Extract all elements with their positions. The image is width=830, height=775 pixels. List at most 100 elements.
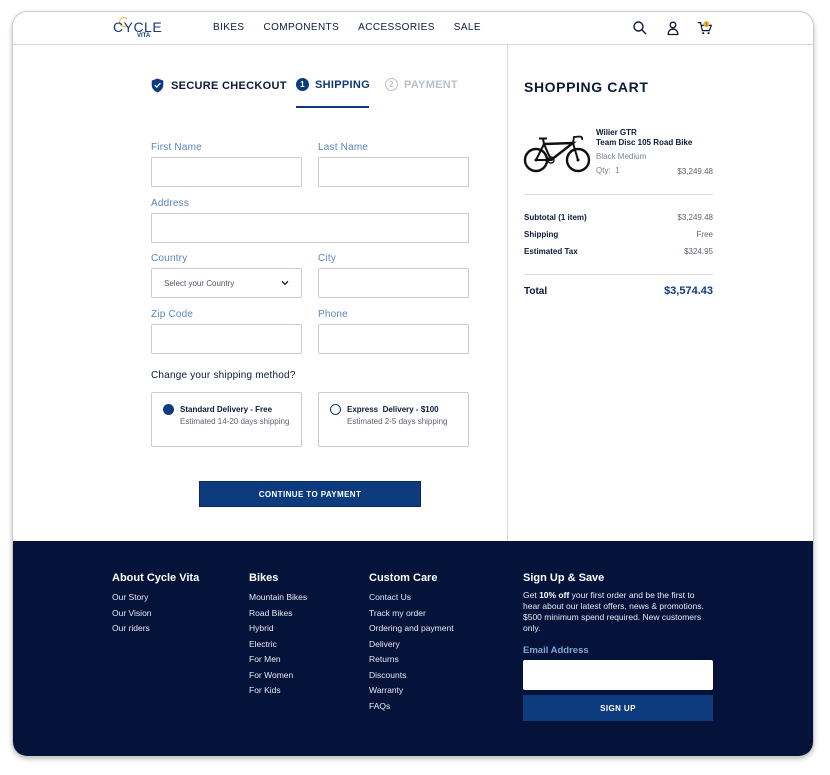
footer-bikes-title: Bikes: [249, 572, 279, 584]
shield-icon: [151, 78, 164, 93]
continue-to-payment-button[interactable]: CONTINUE TO PAYMENT: [199, 481, 421, 507]
site-header: CYCLE VITA BIKES COMPONENTS ACCESSORIES …: [13, 12, 813, 45]
city-input[interactable]: [318, 268, 469, 298]
footer-link[interactable]: Our Vision: [112, 606, 199, 622]
step-payment-label: PAYMENT: [404, 78, 459, 91]
footer-link[interactable]: Warranty: [369, 683, 454, 699]
shipping-method-title: Change your shipping method?: [151, 370, 296, 381]
country-label: Country: [151, 253, 188, 264]
tax-value: $324.95: [684, 247, 713, 256]
cart-divider: [524, 274, 713, 275]
user-icon[interactable]: [665, 20, 681, 36]
footer-link[interactable]: Contact Us: [369, 590, 454, 606]
total-value: $3,574.43: [664, 285, 713, 297]
browser-frame: CYCLE VITA BIKES COMPONENTS ACCESSORIES …: [13, 12, 813, 756]
footer-link[interactable]: For Women: [249, 668, 307, 684]
footer-link[interactable]: For Men: [249, 652, 307, 668]
shipping-value: Free: [696, 230, 713, 239]
signup-text-pre: Get: [523, 590, 540, 600]
footer-care: Custom Care Contact Us Track my order Or…: [369, 572, 454, 714]
product-qty: Qty: 1: [596, 166, 620, 175]
standard-delivery-name: Standard Delivery - Free: [180, 405, 273, 414]
active-step-underline: [296, 106, 369, 108]
express-delivery-option[interactable]: Express Delivery - $100 Estimated 2-5 da…: [318, 392, 469, 447]
footer-signup: Sign Up & Save Get 10% off your first or…: [523, 572, 713, 721]
main-nav: BIKES COMPONENTS ACCESSORIES SALE: [213, 22, 500, 33]
standard-delivery-radio[interactable]: [163, 404, 174, 415]
product-price: $3,249.48: [677, 167, 713, 176]
footer-link[interactable]: Ordering and payment: [369, 621, 454, 637]
city-label: City: [318, 253, 337, 264]
total-label: Total: [524, 286, 548, 297]
signup-text: Get 10% off your first order and be the …: [523, 590, 713, 634]
footer-link[interactable]: Electric: [249, 637, 307, 653]
step-payment-number: 2: [385, 78, 398, 91]
product-qty-value: 1: [615, 166, 620, 175]
footer-link[interactable]: FAQs: [369, 699, 454, 715]
express-delivery-desc: Estimated 2-5 days shipping: [347, 417, 448, 426]
cart-icon[interactable]: 1: [697, 20, 713, 36]
sign-up-button[interactable]: SIGN UP: [523, 695, 713, 721]
email-label: Email Address: [523, 645, 589, 656]
footer-link[interactable]: Track my order: [369, 606, 454, 622]
chevron-down-icon: [281, 280, 289, 286]
product-qty-label: Qty:: [596, 166, 611, 175]
first-name-label: First Name: [151, 142, 202, 153]
last-name-input[interactable]: [318, 157, 469, 187]
footer-link[interactable]: For Kids: [249, 683, 307, 699]
subtotal-label: Subtotal (1 item): [524, 213, 587, 222]
footer-link[interactable]: Hybrid: [249, 621, 307, 637]
standard-delivery-option[interactable]: Standard Delivery - Free Estimated 14-20…: [151, 392, 302, 447]
cart-title: SHOPPING CART: [524, 79, 649, 95]
product-variant: Black Medium: [596, 152, 647, 161]
zip-input[interactable]: [151, 324, 302, 354]
standard-delivery-desc: Estimated 14-20 days shipping: [180, 417, 290, 426]
step-shipping-label: SHIPPING: [315, 78, 370, 91]
country-select[interactable]: Select your Country: [151, 268, 302, 298]
address-input[interactable]: [151, 213, 469, 243]
footer-link[interactable]: Our Story: [112, 590, 199, 606]
footer-link[interactable]: Our riders: [112, 621, 199, 637]
footer-about-title: About Cycle Vita: [112, 572, 200, 584]
footer-bikes: Bikes Mountain Bikes Road Bikes Hybrid E…: [249, 572, 307, 699]
tab-payment[interactable]: 2 PAYMENT: [385, 78, 458, 91]
step-shipping-number: 1: [296, 78, 309, 91]
footer-link[interactable]: Returns: [369, 652, 454, 668]
subtotal-value: $3,249.48: [677, 213, 713, 222]
bike-product-image[interactable]: [523, 130, 591, 174]
footer-link[interactable]: Road Bikes: [249, 606, 307, 622]
step-secure-checkout: SECURE CHECKOUT: [151, 78, 287, 93]
tab-shipping[interactable]: 1 SHIPPING: [296, 78, 370, 91]
site-footer: About Cycle Vita Our Story Our Vision Ou…: [13, 541, 813, 756]
nav-accessories[interactable]: ACCESSORIES: [358, 22, 435, 33]
express-delivery-radio[interactable]: [330, 404, 341, 415]
express-delivery-name: Express Delivery - $100: [347, 405, 439, 414]
signup-title: Sign Up & Save: [523, 572, 605, 584]
phone-label: Phone: [318, 309, 348, 320]
logo-line2: VITA: [137, 33, 151, 39]
footer-about: About Cycle Vita Our Story Our Vision Ou…: [112, 572, 199, 637]
search-icon[interactable]: [632, 20, 648, 36]
email-input[interactable]: [523, 660, 713, 690]
footer-link[interactable]: Delivery: [369, 637, 454, 653]
footer-link[interactable]: Discounts: [369, 668, 454, 684]
phone-input[interactable]: [318, 324, 469, 354]
tax-label: Estimated Tax: [524, 247, 578, 256]
first-name-input[interactable]: [151, 157, 302, 187]
column-divider: [507, 45, 508, 541]
cart-divider: [524, 194, 713, 195]
product-name[interactable]: Wilier GTR Team Disc 105 Road Bike: [596, 128, 692, 148]
shipping-label: Shipping: [524, 230, 559, 239]
address-label: Address: [151, 198, 190, 209]
zip-label: Zip Code: [151, 309, 194, 320]
country-select-value: Select your Country: [164, 278, 235, 288]
nav-sale[interactable]: SALE: [454, 22, 481, 33]
signup-text-bold: 10% off: [539, 590, 570, 600]
footer-link[interactable]: Mountain Bikes: [249, 590, 307, 606]
step-secure-label: SECURE CHECKOUT: [171, 79, 287, 92]
nav-bikes[interactable]: BIKES: [213, 22, 244, 33]
footer-care-title: Custom Care: [369, 572, 438, 584]
logo[interactable]: CYCLE VITA: [113, 17, 162, 41]
last-name-label: Last Name: [318, 142, 369, 153]
nav-components[interactable]: COMPONENTS: [263, 22, 339, 33]
